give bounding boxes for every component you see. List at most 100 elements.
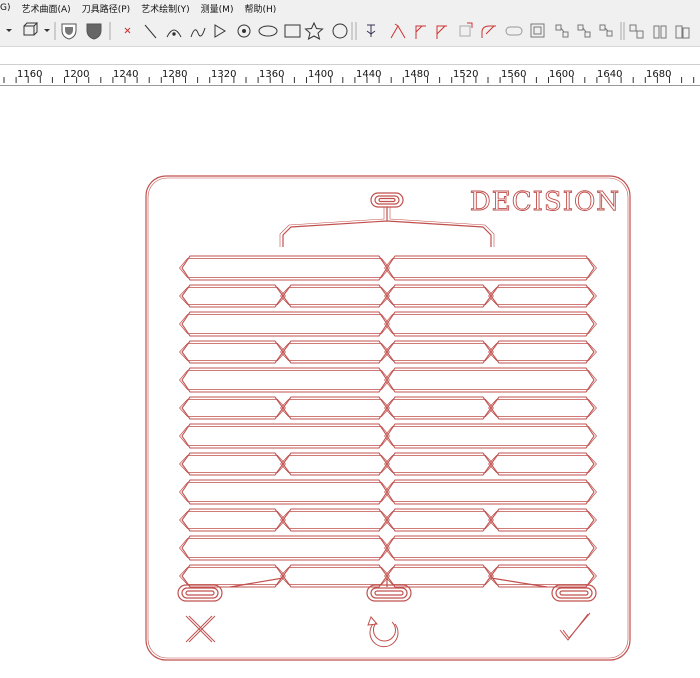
maze-cell	[181, 479, 388, 505]
maze-cell	[386, 255, 595, 281]
maze-cell	[181, 340, 284, 364]
maze-cell	[384, 482, 597, 502]
nodes-b-icon[interactable]	[577, 24, 591, 38]
corner-a-icon[interactable]	[415, 25, 426, 39]
maze-cell	[181, 396, 284, 420]
layout-b-icon[interactable]	[653, 25, 667, 39]
layout-a-icon[interactable]	[629, 24, 644, 39]
ruler-label: 1600	[549, 69, 575, 80]
ruler-label: 1320	[211, 69, 237, 80]
maze-cell	[384, 287, 494, 305]
maze-cell	[384, 370, 597, 390]
star-icon[interactable]	[304, 21, 324, 40]
slot-icon[interactable]	[505, 26, 523, 36]
maze-cell	[179, 538, 390, 558]
maze-cell	[179, 455, 286, 473]
corner-b-icon[interactable]	[436, 25, 447, 39]
maze-cell	[282, 284, 388, 308]
curve-icon[interactable]	[190, 27, 206, 38]
maze-cell	[280, 287, 390, 305]
start-slot	[370, 192, 404, 208]
maze-cell	[282, 452, 388, 476]
maze-cell	[181, 452, 284, 476]
shield-outline-icon[interactable]	[61, 23, 77, 40]
maze-cell	[386, 284, 492, 308]
maze-cell	[179, 399, 286, 417]
ruler-label: 1400	[308, 69, 334, 80]
maze-cell	[384, 314, 597, 334]
rectangle-icon[interactable]	[284, 24, 301, 38]
line-icon[interactable]	[144, 24, 157, 39]
maze-cell	[386, 479, 595, 505]
ruler-label: 1680	[646, 69, 672, 80]
maze-cell	[179, 287, 286, 305]
ruler-label: 1160	[17, 69, 43, 80]
triangle-icon[interactable]	[214, 24, 226, 38]
undo-arrow-icon	[367, 616, 399, 648]
circle-dot-icon[interactable]	[237, 24, 251, 38]
maze-cell	[384, 538, 597, 558]
drawing-toolbar	[0, 16, 700, 47]
menu-item-measure[interactable]: 测量(M)	[201, 2, 234, 15]
ruler-label: 1360	[259, 69, 285, 80]
menu-item-art-surface[interactable]: 艺术曲面(A)	[22, 2, 71, 15]
maze-cell	[280, 343, 390, 361]
maze-paths	[179, 207, 597, 588]
horizontal-ruler: 1160 1200 1240 1280 1320 1360 1400 1440 …	[0, 64, 700, 86]
ruler-label: 1640	[597, 69, 623, 80]
maze-cell	[384, 511, 494, 529]
maze-cell	[282, 396, 388, 420]
maze-cell	[384, 258, 597, 278]
ruler-label: 1280	[162, 69, 188, 80]
maze-cell	[386, 311, 595, 337]
maze-cell	[181, 311, 388, 337]
maze-cell	[488, 343, 597, 361]
maze-cell	[490, 508, 595, 532]
tool-b-icon[interactable]	[390, 23, 406, 39]
close-x-icon	[185, 615, 216, 643]
tool-a-icon[interactable]	[366, 24, 376, 37]
circle-icon[interactable]	[332, 23, 348, 39]
maze-cell	[179, 482, 390, 502]
maze-cell	[488, 287, 597, 305]
maze-cell	[384, 455, 494, 473]
ruler-label: 1440	[356, 69, 382, 80]
ruler-label: 1480	[404, 69, 430, 80]
maze-cell	[490, 340, 595, 364]
maze-cell	[488, 455, 597, 473]
maze-cell	[179, 370, 390, 390]
maze-cell	[181, 508, 284, 532]
arc-icon[interactable]	[166, 29, 182, 38]
maze-cell	[386, 564, 492, 588]
ellipse-icon[interactable]	[258, 25, 278, 37]
maze-cell	[386, 340, 492, 364]
grid-icon[interactable]	[530, 23, 545, 38]
menu-item-toolpath[interactable]: 刀具路径(P)	[82, 2, 130, 15]
maze-cell	[386, 535, 595, 561]
maze-cell	[490, 452, 595, 476]
dropdown-arrow-icon[interactable]	[6, 29, 12, 32]
close-x-icon[interactable]	[124, 27, 131, 34]
layout-c-icon[interactable]	[675, 25, 690, 39]
maze-cell	[488, 567, 597, 585]
shield-filled-icon[interactable]	[86, 23, 102, 40]
nodes-a-icon[interactable]	[555, 24, 569, 38]
box-corner-icon[interactable]	[459, 22, 473, 37]
menu-item-art-draw[interactable]: 艺术绘制(Y)	[141, 2, 190, 15]
menu-item-view[interactable]: G)	[0, 3, 11, 13]
drawing-canvas[interactable]: DECISION	[0, 85, 700, 678]
maze-cell	[490, 564, 595, 588]
maze-cell	[490, 396, 595, 420]
maze-cell	[280, 511, 390, 529]
menu-item-help[interactable]: 帮助(H)	[244, 2, 276, 15]
maze-cell	[386, 508, 492, 532]
maze-cell	[181, 564, 284, 588]
maze-connector	[229, 577, 548, 588]
maze-cell	[179, 314, 390, 334]
checkmark-icon	[559, 612, 591, 641]
fillet-icon[interactable]	[481, 25, 496, 38]
maze-cell	[386, 396, 492, 420]
maze-cell	[280, 399, 390, 417]
3d-box-icon[interactable]	[23, 22, 50, 36]
nodes-c-icon[interactable]	[599, 24, 613, 37]
